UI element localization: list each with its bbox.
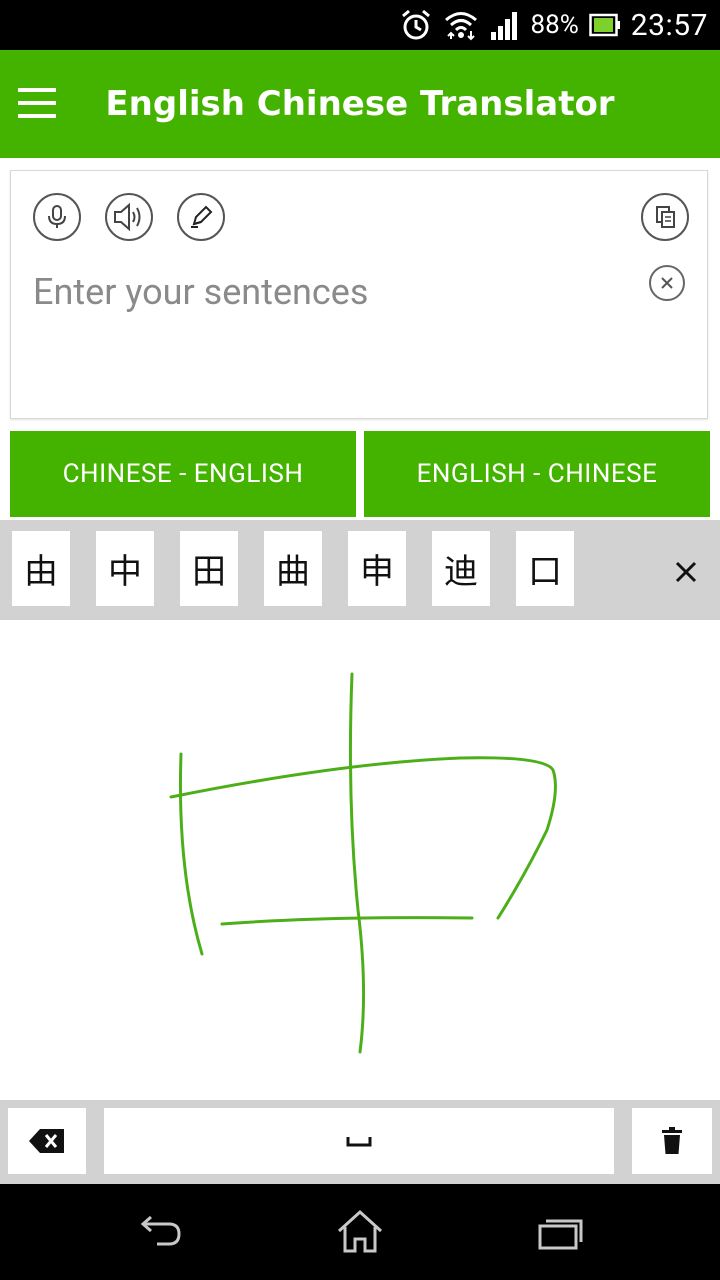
clear-icon[interactable]: [649, 265, 685, 301]
space-icon: [346, 1134, 372, 1148]
recent-apps-icon[interactable]: [530, 1204, 590, 1260]
chinese-english-button[interactable]: CHINESE - ENGLISH: [10, 431, 356, 517]
candidate-character[interactable]: 田: [180, 531, 238, 606]
speaker-icon[interactable]: [105, 193, 153, 241]
space-key[interactable]: [104, 1108, 614, 1174]
handwriting-keyboard-bar: [0, 1100, 720, 1184]
microphone-icon[interactable]: [33, 193, 81, 241]
candidate-character[interactable]: 口: [516, 531, 574, 606]
trash-icon[interactable]: [632, 1108, 712, 1174]
candidate-character[interactable]: 申: [348, 531, 406, 606]
navigation-bar: [0, 1184, 720, 1280]
backspace-icon[interactable]: [8, 1108, 86, 1174]
english-chinese-button[interactable]: ENGLISH - CHINESE: [364, 431, 710, 517]
alarm-clock-icon: [399, 8, 433, 42]
stroke: [178, 752, 204, 956]
cell-signal-icon: [489, 10, 521, 40]
input-card: [10, 170, 708, 419]
candidate-character[interactable]: 曲: [264, 531, 322, 606]
battery-percent: 88%: [530, 10, 579, 40]
clock-time: 23:57: [630, 7, 708, 43]
pen-icon[interactable]: [177, 193, 225, 241]
close-icon[interactable]: [664, 550, 708, 594]
stroke: [169, 756, 557, 920]
stroke: [220, 916, 474, 926]
candidate-bar: 由 中 田 曲 申 迪 口: [0, 520, 720, 620]
back-icon[interactable]: [130, 1204, 190, 1260]
stroke: [348, 672, 366, 1054]
candidate-character[interactable]: 中: [96, 531, 154, 606]
candidate-character[interactable]: 迪: [432, 531, 490, 606]
sentence-input[interactable]: [31, 266, 635, 318]
app-title: English Chinese Translator: [105, 84, 615, 124]
battery-icon: [589, 13, 621, 37]
wifi-icon: [443, 9, 479, 41]
handwriting-strokes: [169, 672, 557, 1054]
copy-icon[interactable]: [641, 193, 689, 241]
app-toolbar: English Chinese Translator: [0, 50, 720, 158]
candidate-character[interactable]: 由: [12, 531, 70, 606]
handwriting-canvas[interactable]: [0, 620, 720, 1100]
status-bar: 88% 23:57: [0, 0, 720, 50]
home-icon[interactable]: [330, 1204, 390, 1260]
